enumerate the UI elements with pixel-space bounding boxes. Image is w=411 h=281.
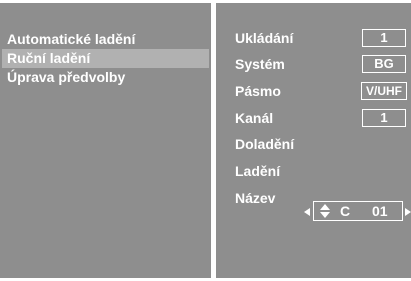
tuning-menu-panel: Automatické ladění Ruční ladění Úprava p… xyxy=(0,3,211,278)
band-value[interactable]: V/UHF xyxy=(361,82,407,100)
left-arrow-icon[interactable] xyxy=(304,208,310,216)
system-value[interactable]: BG xyxy=(362,55,406,73)
menu-item-auto-tuning[interactable]: Automatické ladění xyxy=(7,30,135,49)
system-label: Systém xyxy=(235,56,285,72)
name-letter: C xyxy=(340,203,351,219)
storage-label: Ukládání xyxy=(235,30,294,46)
tuning-label[interactable]: Ladění xyxy=(235,162,280,180)
right-arrow-icon[interactable] xyxy=(405,208,411,216)
manual-tuning-panel: Ukládání 1 Systém BG Pásmo V/UHF Kanál 1… xyxy=(216,3,411,278)
up-down-arrows-icon[interactable] xyxy=(320,204,330,218)
menu-item-preset-edit[interactable]: Úprava předvolby xyxy=(7,68,125,87)
storage-value[interactable]: 1 xyxy=(362,29,406,47)
channel-label: Kanál xyxy=(235,110,274,126)
name-number: 01 xyxy=(372,203,388,219)
band-label: Pásmo xyxy=(235,83,281,99)
name-editor[interactable]: C 01 xyxy=(313,201,403,221)
fine-tuning-label[interactable]: Doladění xyxy=(235,135,294,153)
menu-item-manual-tuning[interactable]: Ruční ladění xyxy=(2,49,209,68)
name-label: Název xyxy=(235,190,276,206)
channel-value[interactable]: 1 xyxy=(362,109,406,127)
